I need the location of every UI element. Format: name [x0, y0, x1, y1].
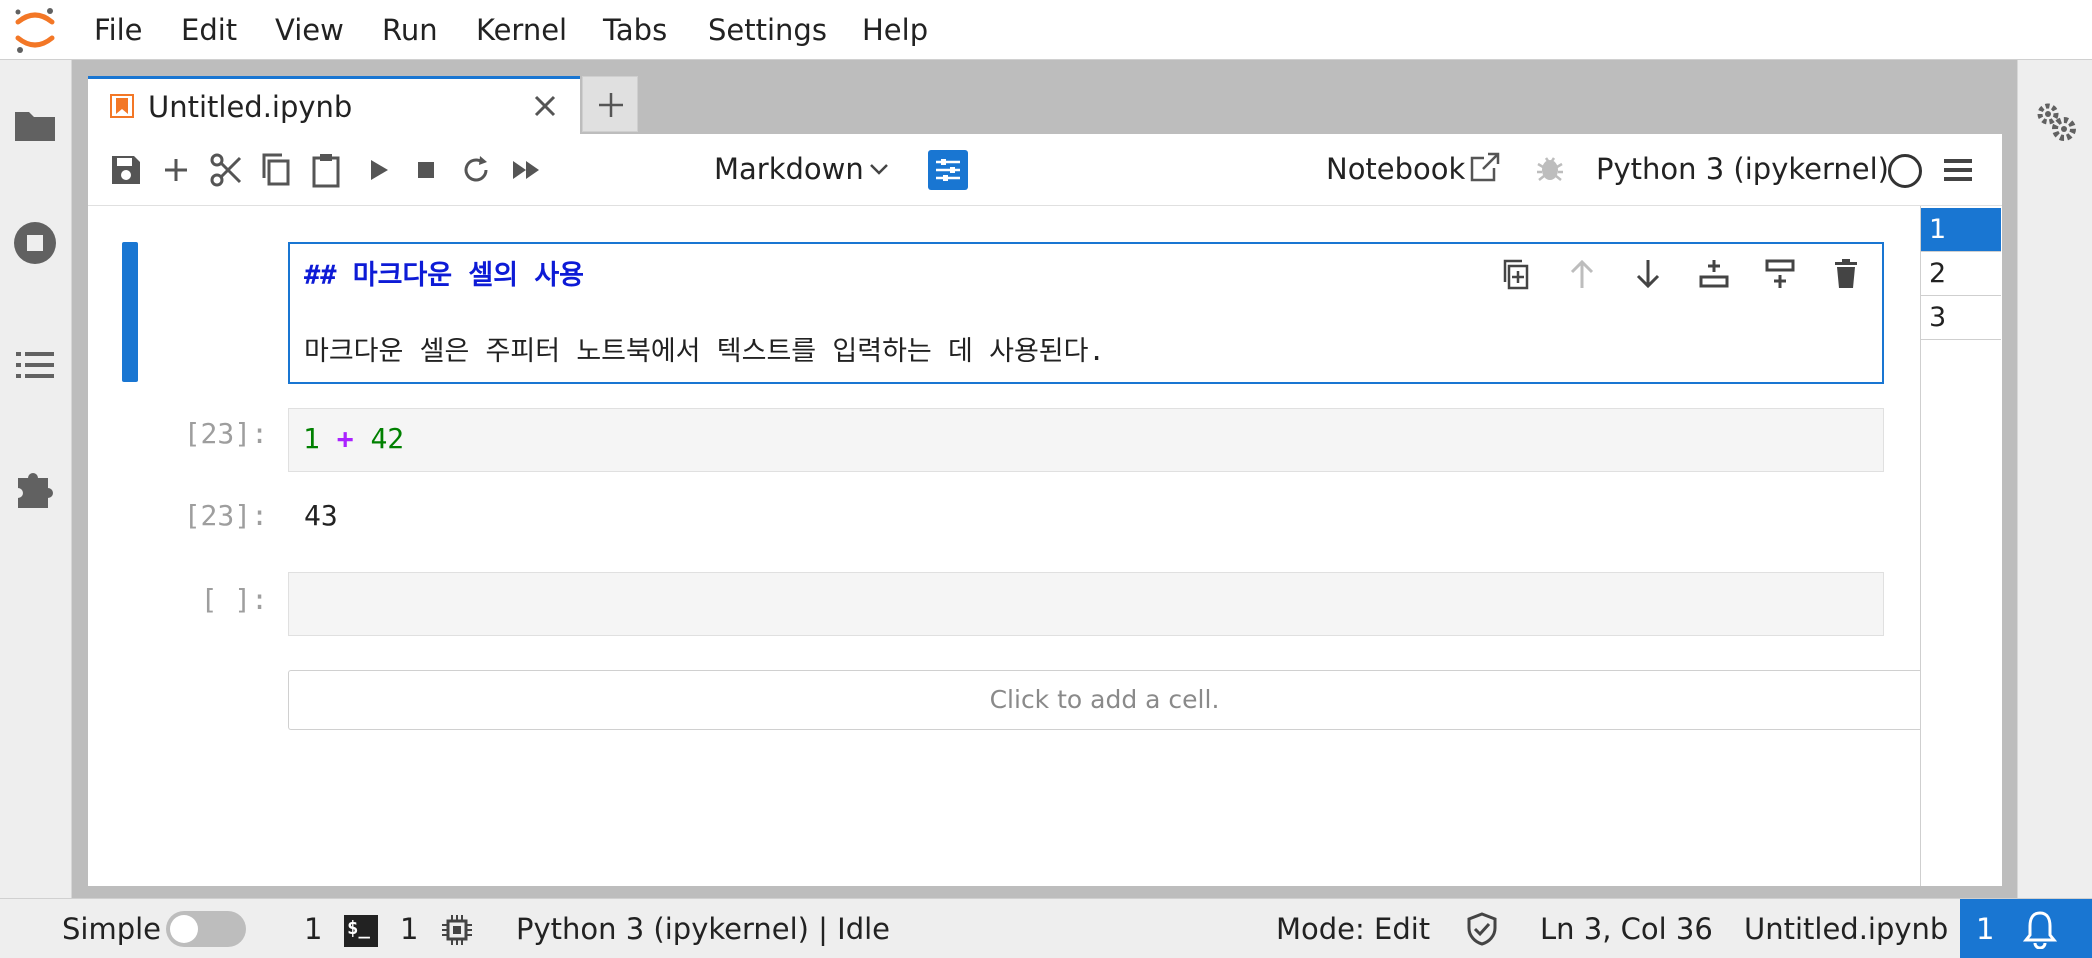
stop-icon[interactable] — [406, 150, 446, 190]
code-token-number: 1 — [303, 422, 320, 455]
copy-icon[interactable] — [256, 150, 296, 190]
notebook-toolbar: Markdown Notebook Python 3 (ipykernel) — [88, 134, 2002, 206]
active-cell-collapser[interactable] — [122, 242, 138, 382]
kernel-status-text[interactable]: Python 3 (ipykernel) | Idle — [516, 899, 890, 958]
fast-forward-icon[interactable] — [506, 150, 546, 190]
bell-icon — [2022, 911, 2058, 949]
menu-edit[interactable]: Edit — [181, 0, 237, 60]
notebook-icon — [110, 94, 134, 118]
simple-mode-toggle[interactable] — [166, 911, 246, 947]
move-down-icon[interactable] — [1630, 256, 1666, 292]
toc-strip: 1 2 3 — [1920, 206, 2002, 886]
insert-cell-icon[interactable] — [156, 150, 196, 190]
folder-icon[interactable] — [12, 102, 58, 148]
delete-cell-icon[interactable] — [1828, 256, 1864, 292]
empty-code-cell-editor[interactable] — [288, 572, 1884, 636]
move-up-icon[interactable] — [1564, 256, 1600, 292]
cut-icon[interactable] — [206, 150, 246, 190]
toc-item[interactable]: 3 — [1921, 296, 2001, 340]
restart-icon[interactable] — [456, 150, 496, 190]
plus-icon — [599, 93, 623, 117]
insert-below-icon[interactable] — [1762, 256, 1798, 292]
property-inspector-gears-icon[interactable] — [2034, 100, 2078, 144]
notifications-button[interactable]: 1 — [1960, 899, 2092, 958]
cell-output: 43 — [304, 499, 338, 532]
notification-count: 1 — [1976, 912, 1995, 946]
run-icon[interactable] — [358, 150, 398, 190]
sliders-icon — [936, 159, 960, 181]
tab-untitled-notebook[interactable]: Untitled.ipynb — [88, 76, 580, 134]
terminal-icon[interactable]: $_ — [344, 915, 378, 947]
close-icon[interactable] — [528, 89, 562, 123]
current-file-name: Untitled.ipynb — [1744, 912, 1949, 946]
property-inspector-button[interactable] — [928, 150, 968, 190]
simple-mode-label: Simple — [62, 912, 162, 946]
menu-kernel[interactable]: Kernel — [476, 0, 567, 60]
input-prompt: [ ]: — [200, 583, 268, 616]
kernel-idle-indicator-icon — [1888, 154, 1922, 188]
output-prompt: [23]: — [183, 499, 268, 532]
toc-item[interactable]: 1 — [1921, 208, 2001, 252]
menu-settings[interactable]: Settings — [708, 0, 827, 60]
new-launcher-button[interactable] — [582, 76, 638, 132]
cell-type-select[interactable]: Markdown — [714, 144, 864, 194]
toc-item[interactable]: 2 — [1921, 252, 2001, 296]
mode-indicator: Mode: Edit — [1276, 912, 1431, 946]
running-icon[interactable] — [12, 220, 58, 266]
menu-file[interactable]: File — [94, 0, 143, 60]
menu-icon[interactable] — [1942, 154, 1974, 186]
extensions-icon[interactable] — [12, 464, 58, 510]
insert-above-icon[interactable] — [1696, 256, 1732, 292]
save-icon[interactable] — [106, 150, 146, 190]
cpu-icon[interactable] — [440, 913, 474, 947]
left-sidebar — [0, 60, 72, 898]
kernel-name[interactable]: Python 3 (ipykernel) — [1596, 144, 1889, 194]
duplicate-cell-icon[interactable] — [1498, 256, 1534, 292]
notebook-panel: Markdown Notebook Python 3 (ipykernel) 1… — [88, 134, 2002, 886]
status-bar: Simple 1 $_ 1 Python 3 (ipykernel) | Idl… — [0, 898, 2092, 958]
add-cell-button[interactable]: Click to add a cell. — [288, 670, 1920, 730]
code-token-operator: + — [336, 422, 354, 455]
menu-help[interactable]: Help — [862, 0, 928, 60]
code-cell-editor[interactable]: 1 + 42 — [288, 408, 1884, 472]
paste-icon[interactable] — [306, 150, 346, 190]
open-in-notebook-label[interactable]: Notebook — [1326, 144, 1465, 194]
tab-title: Untitled.ipynb — [148, 90, 353, 124]
right-sidebar — [2017, 60, 2092, 898]
menu-run[interactable]: Run — [382, 0, 438, 60]
menu-bar: File Edit View Run Kernel Tabs Settings … — [0, 0, 2092, 60]
bug-icon[interactable] — [1534, 152, 1566, 184]
chevron-down-icon[interactable] — [866, 156, 892, 182]
toggle-knob — [170, 915, 198, 943]
cursor-position[interactable]: Ln 3, Col 36 — [1540, 899, 1713, 958]
shield-check-icon[interactable] — [1464, 911, 1500, 947]
code-token-number: 42 — [370, 422, 405, 455]
kernels-count[interactable]: 1 — [400, 899, 418, 958]
markdown-body-source: 마크다운 셀은 주피터 노트북에서 텍스트를 입력하는 데 사용된다. — [304, 336, 1105, 367]
jupyter-logo-icon — [15, 8, 55, 53]
markdown-heading-source: ## 마크다운 셀의 사용 — [304, 260, 584, 291]
terminals-count[interactable]: 1 — [304, 899, 322, 958]
input-prompt: [23]: — [183, 417, 268, 450]
code-source: 1 + 42 — [303, 419, 404, 459]
external-link-icon[interactable] — [1468, 150, 1502, 184]
markdown-cell-editor[interactable]: ## 마크다운 셀의 사용 마크다운 셀은 주피터 노트북에서 텍스트를 입력하… — [288, 242, 1884, 384]
menu-tabs[interactable]: Tabs — [603, 0, 667, 60]
table-of-contents-icon[interactable] — [12, 342, 58, 388]
menu-view[interactable]: View — [275, 0, 344, 60]
